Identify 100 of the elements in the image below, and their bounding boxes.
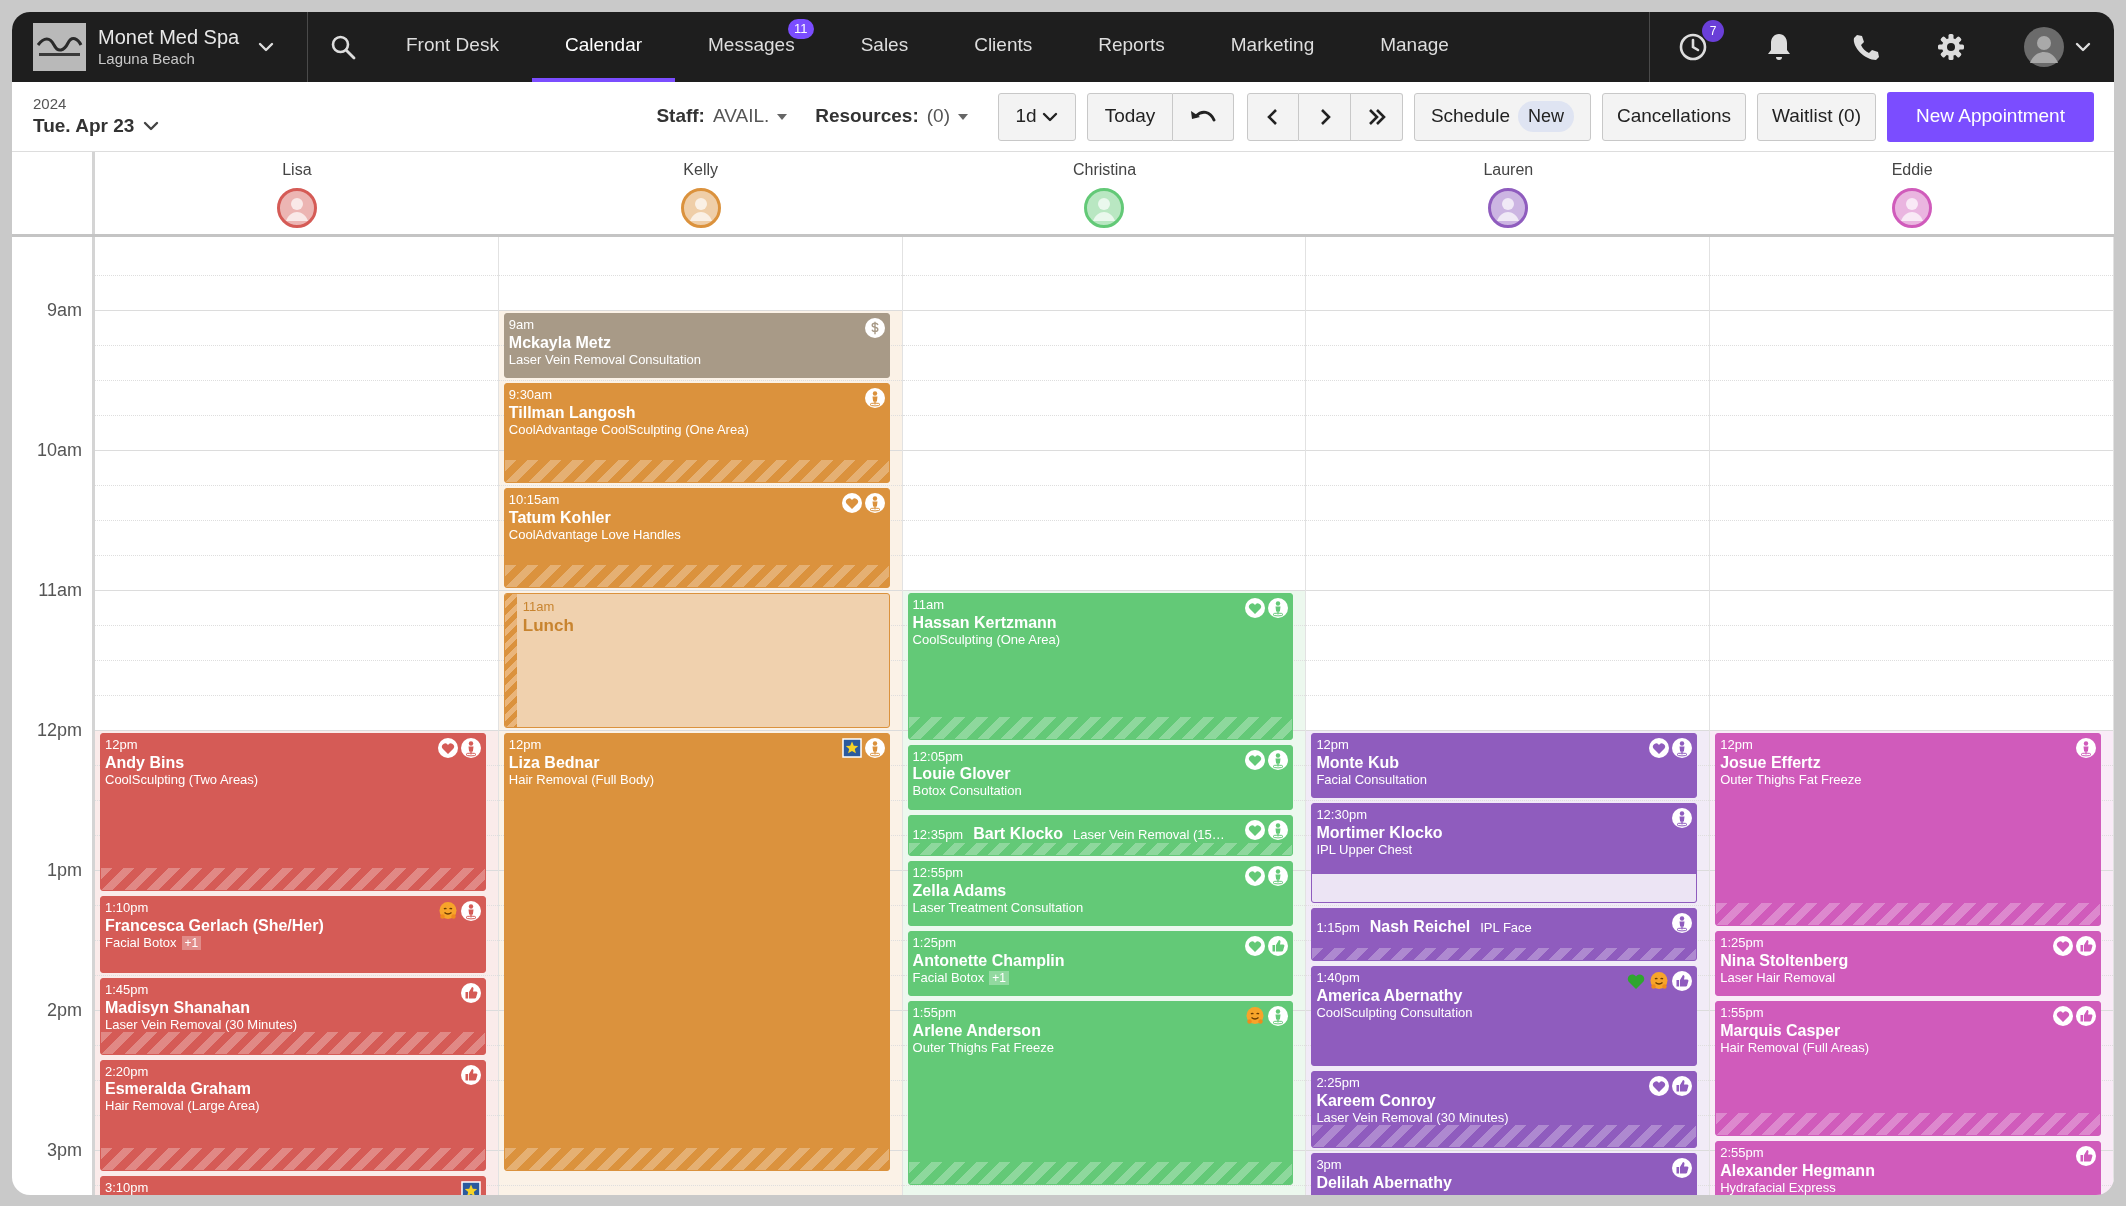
extra-services-badge: +1: [989, 970, 1009, 986]
appointment-time: 1:55pm: [1720, 1005, 1764, 1021]
undo-button[interactable]: [1173, 92, 1234, 141]
thumbs-up-icon: [2076, 1146, 2096, 1167]
staff-avatar[interactable]: [276, 188, 317, 228]
client-name: Andy Bins: [105, 752, 185, 772]
nav-tab[interactable]: Marketing: [1197, 12, 1348, 82]
clock-icon[interactable]: [1678, 32, 1708, 62]
user-avatar[interactable]: [2024, 27, 2064, 67]
appointment-time: 9am: [508, 317, 535, 333]
settings-icon[interactable]: [1936, 32, 1966, 62]
dollar-icon: [864, 318, 885, 338]
appointment-card[interactable]: 3pm Delilah Abernathy: [1311, 1153, 1698, 1195]
staff-avatar[interactable]: [1488, 188, 1529, 228]
date-picker[interactable]: Tue. Apr 23: [33, 114, 161, 138]
year-label: 2024: [33, 95, 68, 114]
service-name: CoolSculpting Consultation: [1316, 1005, 1473, 1021]
hour-label: 9am: [47, 299, 82, 321]
client-name: Monte Kub: [1316, 752, 1400, 772]
service-name: Facial Botox: [912, 970, 985, 986]
thumbs-up-icon: [1672, 1076, 1693, 1097]
client-name: Antonette Champlin: [912, 950, 1065, 971]
person-icon: [1268, 598, 1289, 618]
appointment-card[interactable]: 3:10pm: [100, 1176, 486, 1195]
resources-filter[interactable]: Resources: (0): [815, 102, 968, 131]
today-button[interactable]: Today: [1087, 92, 1173, 141]
appointment-time: 3:10pm: [105, 1180, 149, 1195]
nav-tab[interactable]: Front Desk: [373, 12, 532, 82]
caret-icon: [958, 113, 968, 120]
appointment-card[interactable]: 12pm Monte Kub Facial Consultation: [1311, 733, 1698, 798]
new-appointment-button[interactable]: New Appointment: [1887, 91, 2094, 142]
appointment-card[interactable]: 12pm Andy Bins CoolSculpting (Two Areas): [100, 733, 486, 892]
person-icon: [460, 738, 481, 758]
appointment-card[interactable]: 2:25pm Kareem Conroy Laser Vein Removal (30 Minutes): [1311, 1071, 1698, 1148]
appointment-card[interactable]: 2:20pm Esmeralda Graham Hair Removal (Large Area): [100, 1059, 486, 1172]
schedule-button[interactable]: Schedule New: [1414, 92, 1591, 141]
appointment-time: 12pm: [508, 737, 542, 753]
appointment-time: 2:20pm: [105, 1063, 149, 1080]
staff-filter[interactable]: Staff: AVAIL.: [656, 102, 788, 131]
appointment-card[interactable]: 1:25pm Nina Stoltenberg Laser Hair Removal: [1715, 931, 2101, 997]
thumbs-up-icon: [1268, 936, 1289, 957]
appointment-card[interactable]: 9am Mckayla Metz Laser Vein Removal Consultation: [503, 313, 890, 378]
appointment-time: 2:55pm: [1720, 1145, 1764, 1161]
appointment-card[interactable]: 2:55pm Alexander Hegmann Hydrafacial Express: [1715, 1141, 2101, 1195]
client-name: Bart Klocko: [973, 823, 1063, 844]
service-name: Outer Thighs Fat Freeze: [912, 1040, 1054, 1056]
cancellations-button[interactable]: Cancellations: [1602, 92, 1746, 141]
service-name: Botox Consultation: [912, 783, 1022, 800]
nav-tab[interactable]: Clients: [941, 12, 1066, 82]
view-dropdown[interactable]: 1d: [998, 92, 1076, 141]
service-name: Outer Thighs Fat Freeze: [1720, 771, 1862, 788]
thumbs-up-icon: [460, 1064, 481, 1085]
appointment-time: 12:30pm: [1316, 807, 1367, 823]
appointment-card[interactable]: 12:30pm Mortimer Klocko IPL Upper Chest: [1311, 803, 1698, 903]
service-name: Laser Vein Removal (30 Minutes): [1316, 1110, 1509, 1126]
staff-name: Eddie: [1891, 160, 1933, 180]
client-name: Louie Glover: [912, 764, 1011, 784]
nav-tab[interactable]: Manage: [1347, 12, 1482, 82]
jump-forward-button[interactable]: [1351, 92, 1403, 141]
appointment-card[interactable]: 9:30am Tillman Langosh CoolAdvantage CoolSculpting (One Area): [503, 383, 890, 483]
heart-icon: [1626, 971, 1647, 992]
staff-avatar[interactable]: [1892, 188, 1933, 228]
client-name: Josue Effertz: [1720, 752, 1821, 772]
logo-icon[interactable]: [33, 23, 86, 71]
nav-tab[interactable]: Reports: [1065, 12, 1198, 82]
extra-services-badge: +1: [181, 935, 202, 951]
appointment-card[interactable]: 12pm Liza Bednar Hair Removal (Full Body): [503, 733, 890, 1172]
appointment-card[interactable]: 10:15am Tatum Kohler CoolAdvantage Love Handles: [503, 488, 890, 588]
waitlist-button[interactable]: Waitlist (0): [1757, 92, 1876, 141]
client-name: Delilah Abernathy: [1316, 1172, 1452, 1192]
nav-tab[interactable]: Calendar: [531, 12, 676, 82]
thumbs-up-icon: [2076, 1006, 2096, 1027]
appointment-time: 12pm: [105, 737, 138, 753]
location-name: Laguna Beach: [98, 50, 196, 69]
staff-avatar[interactable]: [680, 188, 721, 228]
appointment-card[interactable]: 1:15pm Nash Reichel IPL Face: [1311, 908, 1698, 962]
appointment-card[interactable]: 12pm Josue Effertz Outer Thighs Fat Freeze: [1715, 733, 2101, 927]
client-name: America Abernathy: [1316, 985, 1463, 1006]
service-name: CoolAdvantage Love Handles: [508, 526, 681, 543]
appointment-time: 1:40pm: [1316, 970, 1360, 986]
new-badge: New: [1518, 101, 1575, 132]
nav-tab[interactable]: Sales: [827, 12, 942, 82]
service-name: Facial Consultation: [1316, 771, 1427, 788]
service-name: Laser Vein Removal Consultation: [508, 351, 702, 368]
staff-name: Christina: [1072, 160, 1137, 180]
person-icon: [1268, 1006, 1289, 1027]
hour-label: 11am: [38, 579, 82, 601]
nav-tab[interactable]: Messages 11: [675, 12, 828, 82]
staff-name: Lauren: [1483, 160, 1534, 180]
appointment-time: 9:30am: [508, 387, 553, 403]
person-icon: [1672, 913, 1693, 933]
appointment-card[interactable]: 1:55pm Marquis Casper Hair Removal (Full Areas): [1715, 1001, 2101, 1137]
bell-icon[interactable]: [1766, 32, 1792, 62]
appointment-card[interactable]: 1:45pm Madisyn Shanahan Laser Vein Removal (30 Minutes): [100, 978, 486, 1055]
appointment-card[interactable]: 1:40pm America Abernathy CoolSculpting Consultation: [1311, 966, 1698, 1067]
service-name: Laser Vein Removal (15…: [1073, 825, 1225, 844]
appointment-card[interactable]: 1:10pm Francesca Gerlach (She/Her) Facial Botox +1: [100, 896, 486, 973]
search-icon[interactable]: [330, 34, 356, 60]
hour-label: 12pm: [36, 719, 82, 741]
phone-icon[interactable]: [1851, 33, 1879, 61]
